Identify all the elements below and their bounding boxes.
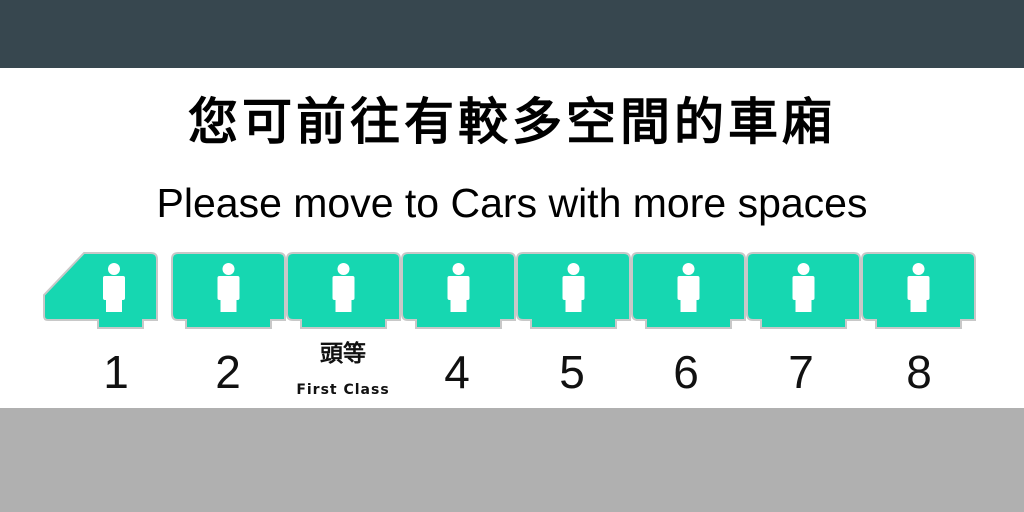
car-5 — [516, 252, 631, 329]
car-first-class — [286, 252, 401, 329]
bottom-bar — [0, 408, 1024, 512]
car-1 — [43, 252, 158, 329]
car-number-6: 6 — [673, 346, 699, 398]
car-number-7: 7 — [788, 346, 814, 398]
car-8 — [861, 252, 976, 329]
car-4 — [401, 252, 516, 329]
car-number-2: 2 — [215, 346, 241, 398]
train-diagram — [43, 252, 976, 329]
car-2 — [171, 252, 286, 329]
car-number-5: 5 — [559, 346, 585, 398]
car-7 — [746, 252, 861, 329]
car-number-4: 4 — [444, 346, 470, 398]
first-class-label-chinese: 頭等 — [320, 341, 366, 367]
first-class-label-english: First Class — [296, 382, 390, 398]
title-english: Please move to Cars with more spaces — [156, 180, 868, 226]
car-number-8: 8 — [906, 346, 932, 398]
car-number-1: 1 — [103, 346, 129, 398]
title-chinese: 您可前往有較多空間的車廂 — [188, 93, 836, 151]
car-6 — [631, 252, 746, 329]
car-body — [43, 252, 158, 329]
top-bar — [0, 0, 1024, 68]
